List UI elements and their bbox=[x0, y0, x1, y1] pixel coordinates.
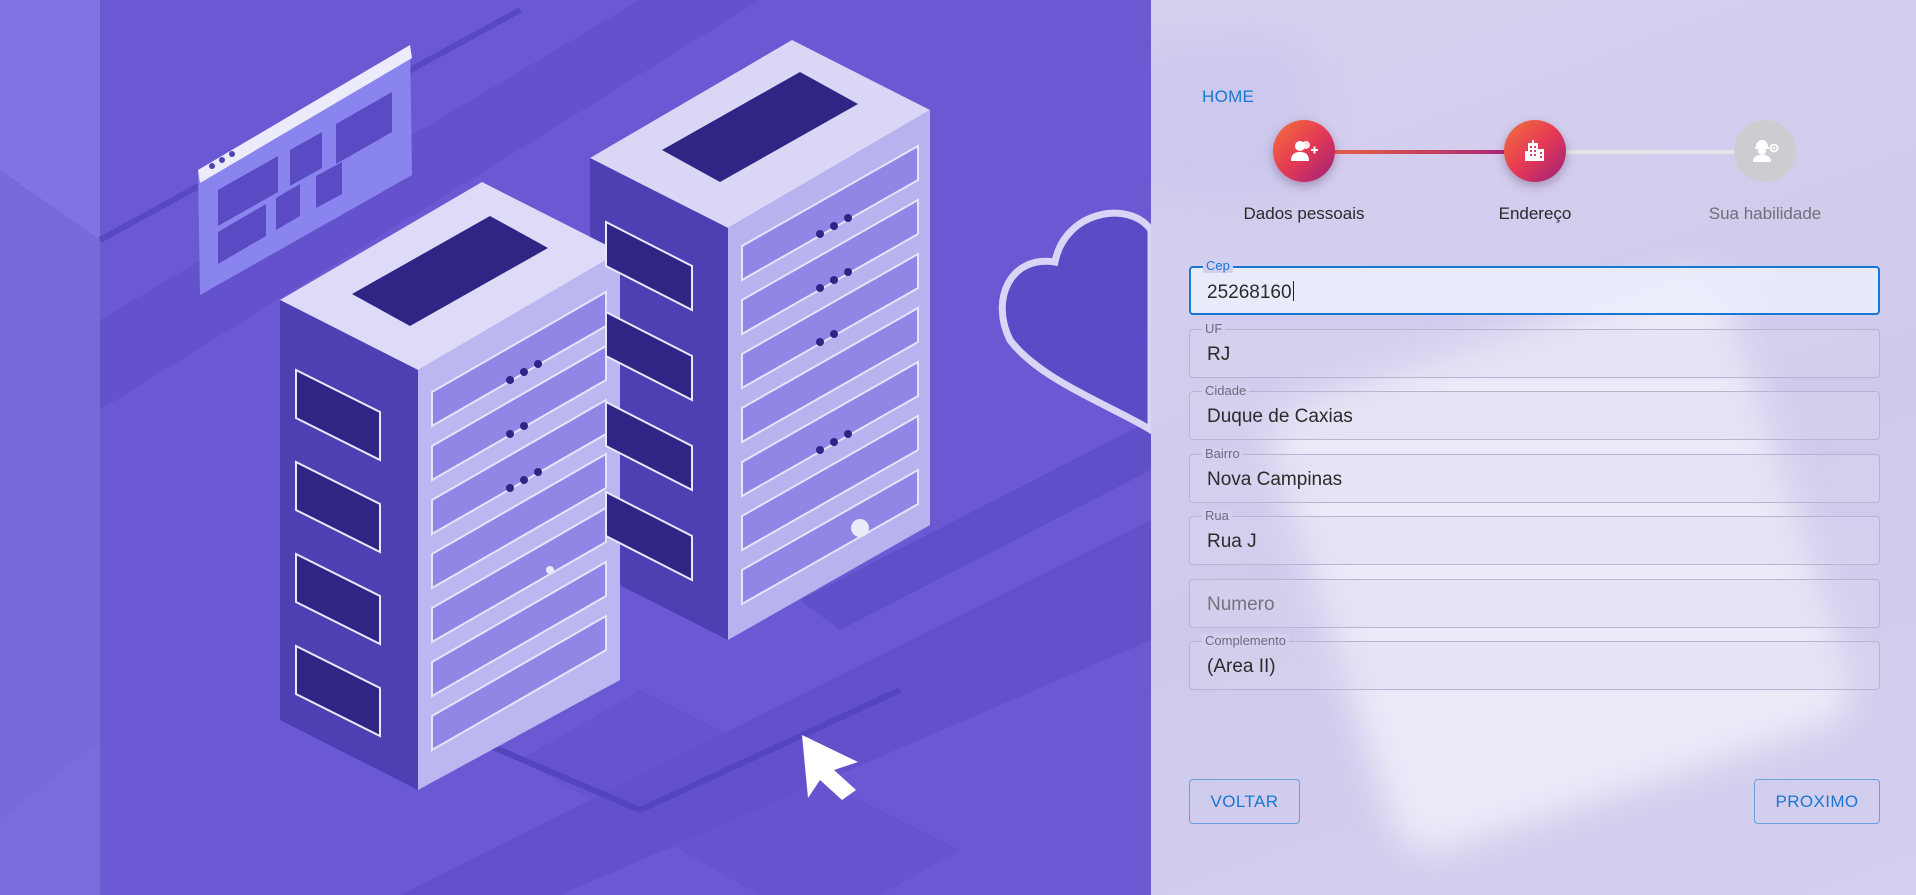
rua-field[interactable]: Rua Rua J bbox=[1189, 509, 1880, 565]
uf-input[interactable]: RJ bbox=[1207, 344, 1230, 366]
complemento-field[interactable]: Complemento (Area II) bbox=[1189, 634, 1880, 690]
uf-field[interactable]: UF RJ bbox=[1189, 322, 1880, 378]
step-endereco[interactable]: Endereço bbox=[1435, 120, 1635, 224]
step-label: Endereço bbox=[1498, 204, 1572, 223]
back-button[interactable]: VOLTAR bbox=[1189, 779, 1300, 824]
cep-label: Cep bbox=[1203, 259, 1233, 273]
rua-input[interactable]: Rua J bbox=[1207, 531, 1257, 553]
cidade-label: Cidade bbox=[1202, 384, 1250, 398]
bairro-input[interactable]: Nova Campinas bbox=[1207, 469, 1342, 491]
stepper: Dados pessoais Endereço Sua habilidade bbox=[1151, 120, 1916, 230]
home-link[interactable]: HOME bbox=[1202, 87, 1254, 107]
numero-field[interactable]: Numero bbox=[1189, 579, 1880, 628]
person-add-icon bbox=[1273, 120, 1335, 182]
cep-input[interactable]: 25268160 bbox=[1207, 281, 1294, 304]
building-icon bbox=[1504, 120, 1566, 182]
engineer-icon bbox=[1734, 120, 1796, 182]
uf-label: UF bbox=[1202, 322, 1226, 336]
cidade-field[interactable]: Cidade Duque de Caxias bbox=[1189, 384, 1880, 440]
text-caret bbox=[1292, 281, 1294, 301]
server-illustration bbox=[0, 0, 1151, 895]
cep-field[interactable]: Cep 25268160 bbox=[1189, 259, 1880, 315]
cidade-input[interactable]: Duque de Caxias bbox=[1207, 406, 1353, 428]
next-button[interactable]: PROXIMO bbox=[1754, 779, 1880, 824]
rua-label: Rua bbox=[1202, 509, 1232, 523]
step-label: Sua habilidade bbox=[1708, 204, 1822, 223]
registration-panel: HOME Dados pessoais Endereço Sua habilid… bbox=[1151, 0, 1916, 895]
bairro-label: Bairro bbox=[1202, 447, 1243, 461]
step-label: Dados pessoais bbox=[1243, 204, 1365, 223]
bairro-field[interactable]: Bairro Nova Campinas bbox=[1189, 447, 1880, 503]
complemento-label: Complemento bbox=[1202, 634, 1289, 648]
hero-illustration bbox=[0, 0, 1151, 895]
step-dados-pessoais[interactable]: Dados pessoais bbox=[1204, 120, 1404, 224]
numero-placeholder[interactable]: Numero bbox=[1207, 594, 1275, 616]
step-sua-habilidade[interactable]: Sua habilidade bbox=[1665, 120, 1865, 224]
complemento-input[interactable]: (Area II) bbox=[1207, 656, 1276, 678]
